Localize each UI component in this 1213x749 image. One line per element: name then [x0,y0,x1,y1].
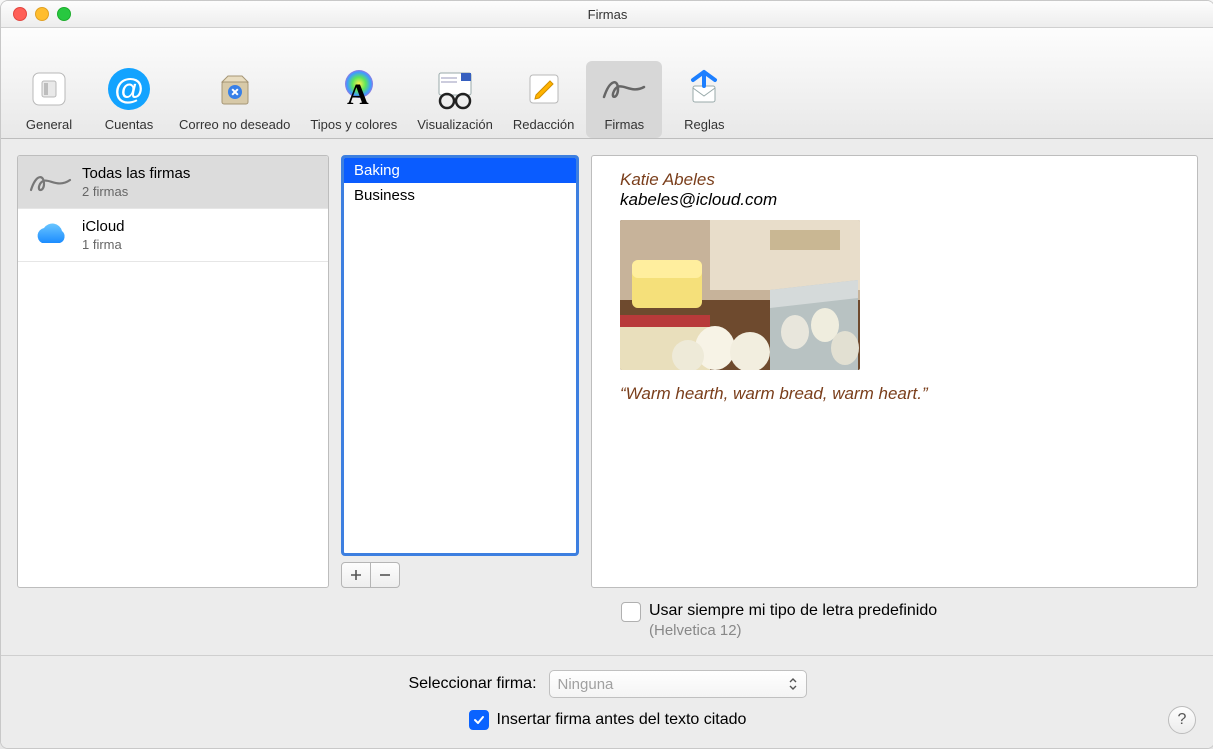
compose-icon [520,65,568,113]
account-all-signatures[interactable]: Todas las firmas 2 firmas [18,156,328,209]
preview-image [620,220,860,370]
tab-accounts[interactable]: @ Cuentas [91,61,167,138]
insert-before-quoted-checkbox[interactable] [469,710,489,730]
svg-text:A: A [347,78,369,111]
content-area: Todas las firmas 2 firmas iCloud 1 firma [1,139,1213,748]
tab-label: Redacción [513,117,574,132]
tab-label: Tipos y colores [310,117,397,132]
account-icloud[interactable]: iCloud 1 firma [18,209,328,262]
preferences-window: Firmas General @ Cuentas [0,0,1213,749]
choose-signature-label: Seleccionar firma: [408,675,536,693]
add-remove-group [341,562,579,588]
signature-icon [28,164,72,200]
cloud-icon [28,217,72,253]
svg-text:@: @ [114,73,143,106]
account-name: iCloud [82,218,125,235]
at-icon: @ [105,65,153,113]
account-count: 1 firma [82,237,125,252]
help-button[interactable]: ? [1168,706,1196,734]
tab-label: Cuentas [105,117,153,132]
insert-before-quoted-row: Insertar firma antes del texto citado [469,710,747,730]
tab-rules[interactable]: Reglas [666,61,742,138]
help-icon: ? [1178,711,1187,729]
switch-icon [25,65,73,113]
rules-icon [680,65,728,113]
choose-signature-row: Seleccionar firma: Ninguna [408,670,806,698]
fonts-colors-icon: A [330,65,378,113]
tab-signatures[interactable]: Firmas [586,61,662,138]
tab-composing[interactable]: Redacción [505,61,582,138]
chevron-up-down-icon [784,673,802,695]
recycle-bin-icon [211,65,259,113]
remove-signature-button[interactable] [371,562,400,588]
use-default-font-label: Usar siempre mi tipo de letra predefinid… [649,602,937,620]
tab-general[interactable]: General [11,61,87,138]
preview-name: Katie Abeles [620,170,1169,190]
tab-label: Reglas [684,117,724,132]
signature-item-business[interactable]: Business [344,183,576,208]
tab-label: General [26,117,72,132]
tab-viewing[interactable]: Visualización [409,61,501,138]
tab-label: Correo no deseado [179,117,290,132]
signature-item-baking[interactable]: Baking [344,158,576,183]
preview-email: kabeles@icloud.com [620,190,1169,210]
titlebar: Firmas [1,1,1213,28]
account-count: 2 firmas [82,184,190,199]
tab-fonts-colors[interactable]: A Tipos y colores [302,61,405,138]
insert-before-quoted-label: Insertar firma antes del texto citado [497,711,747,729]
signature-icon [600,65,648,113]
signatures-list: Baking Business [341,155,579,556]
tab-label: Visualización [417,117,493,132]
use-default-font-checkbox[interactable] [621,602,641,622]
glasses-icon [431,65,479,113]
signatures-column: Baking Business [341,155,579,588]
accounts-list: Todas las firmas 2 firmas iCloud 1 firma [17,155,329,588]
use-default-font-row: Usar siempre mi tipo de letra predefinid… [589,602,1198,639]
tab-junk[interactable]: Correo no deseado [171,61,298,138]
account-name: Todas las firmas [82,165,190,182]
bottom-panel: Seleccionar firma: Ninguna Insertar firm… [1,655,1213,748]
window-title: Firmas [1,7,1213,22]
add-signature-button[interactable] [341,562,371,588]
tab-label: Firmas [604,117,644,132]
preferences-toolbar: General @ Cuentas Correo no d [1,28,1213,139]
default-font-name: (Helvetica 12) [649,622,937,639]
choose-signature-value: Ninguna [558,676,614,693]
signature-preview[interactable]: Katie Abeles kabeles@icloud.com [591,155,1198,588]
preview-quote: “Warm hearth, warm bread, warm heart.” [620,384,1169,404]
choose-signature-select[interactable]: Ninguna [549,670,807,698]
